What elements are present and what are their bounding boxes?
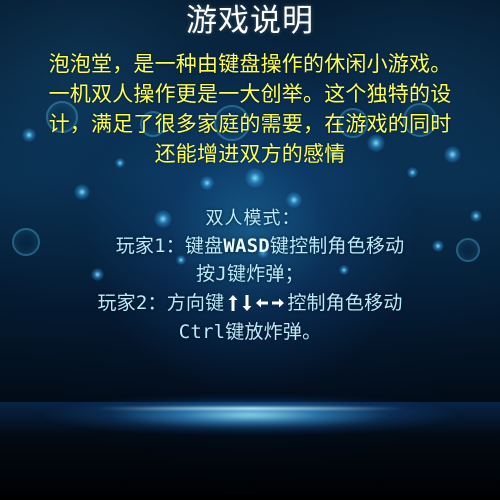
- game-introduction: 泡泡堂，是一种由键盘操作的休闲小游戏。 一机双人操作更是一大创举。这个独特的设 …: [10, 49, 490, 169]
- intro-line-4: 还能增进双方的感情: [154, 142, 346, 166]
- arrow-right-icon: [271, 296, 285, 310]
- intro-line-1: 泡泡堂，是一种由键盘操作的休闲小游戏。: [48, 52, 452, 76]
- player1-controls-line: 玩家1：键盘 WASD 键控制角色移动: [20, 231, 500, 261]
- player2-suffix: 控制角色移动: [287, 292, 403, 314]
- arrow-down-icon: [241, 294, 253, 312]
- bokeh-light: [245, 168, 265, 188]
- intro-line-3: 计，满足了很多家庭的需要，在游戏的同时: [48, 112, 452, 136]
- direction-keys-icons: [227, 294, 285, 312]
- arrow-left-icon: [255, 296, 269, 310]
- game-instructions-title: 游戏说明: [186, 3, 314, 39]
- center-light-band: [40, 395, 460, 435]
- center-light-line: [95, 407, 405, 410]
- player2-controls-line: 玩家2：方向键 控制角色移动: [0, 288, 500, 318]
- player2-prefix: 玩家2：方向键: [97, 292, 225, 314]
- wasd-keys: WASD: [223, 235, 270, 257]
- intro-line-2: 一机双人操作更是一大创举。这个独特的设: [48, 82, 452, 106]
- player1-prefix: 玩家1：键盘: [115, 235, 224, 257]
- bokeh-light: [74, 184, 90, 200]
- bokeh-light: [200, 176, 214, 190]
- player1-bomb-line: 按J键炸弹；: [196, 263, 304, 285]
- two-player-instructions: 双人模式： 玩家1：键盘 WASD 键控制角色移动 按J键炸弹； 玩家2：方向键: [0, 206, 500, 347]
- arrow-up-icon: [227, 294, 239, 312]
- player1-suffix: 键控制角色移动: [269, 235, 405, 257]
- game-help-screen: 游戏说明 泡泡堂，是一种由键盘操作的休闲小游戏。 一机双人操作更是一大创举。这个…: [0, 0, 500, 500]
- two-player-mode-title: 双人模式：: [205, 208, 301, 229]
- player2-bomb-line: Ctrl键放炸弹。: [178, 321, 322, 343]
